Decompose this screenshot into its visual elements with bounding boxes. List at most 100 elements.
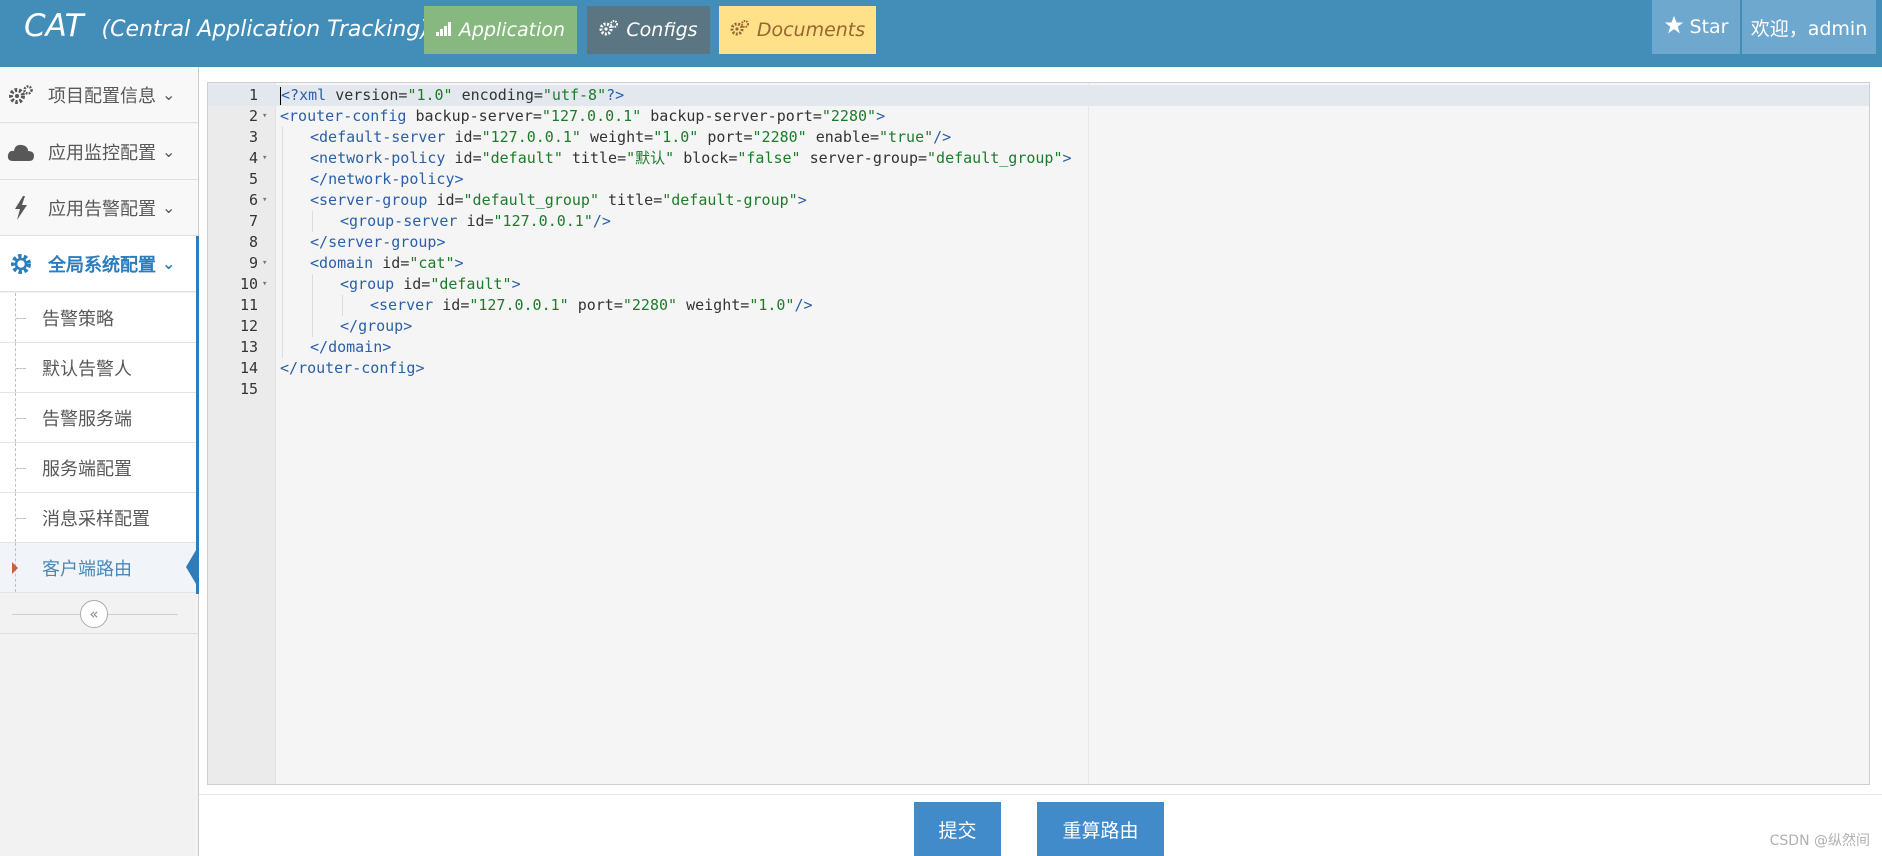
fold-toggle-icon[interactable]: ▾: [262, 253, 267, 274]
indent-guide: [282, 211, 283, 232]
active-marker-icon: [12, 562, 18, 574]
fold-toggle-icon[interactable]: ▾: [262, 274, 267, 295]
tab-configs-label: Configs: [626, 19, 698, 41]
line-number: 15: [239, 380, 258, 398]
sidebar-subitem-alert-policy[interactable]: 告警策略: [0, 293, 198, 343]
indent-guide: [342, 295, 343, 316]
sidebar: 项目配置信息 ⌄ 应用监控配置 ⌄ 应用告警配置 ⌄ 全局系统配置 ⌄ 告警策略…: [0, 67, 199, 856]
cogs-icon: [599, 19, 619, 41]
sidebar-item-global-config[interactable]: 全局系统配置 ⌄: [0, 236, 198, 292]
code-line[interactable]: 15: [208, 379, 1869, 400]
sidebar-item-label: 全局系统配置: [48, 254, 156, 276]
sidebar-subitem-server-config[interactable]: 服务端配置: [0, 443, 198, 493]
fold-toggle-icon[interactable]: ▾: [262, 190, 267, 211]
bolt-icon: [0, 195, 42, 220]
line-number: 13: [239, 338, 258, 356]
code-text: <network-policy id="default" title="默认" …: [310, 149, 1072, 167]
fold-toggle-icon[interactable]: ▾: [262, 148, 267, 169]
gear-icon: [0, 252, 42, 276]
star-label: Star: [1689, 16, 1729, 38]
indent-guide: [312, 316, 313, 337]
chevron-down-icon: ⌄: [162, 198, 176, 217]
code-line[interactable]: 4 ▾ <network-policy id="default" title="默认…: [208, 148, 1869, 169]
code-text: <server-group id="default_group" title="…: [310, 191, 807, 209]
xml-code-editor[interactable]: 1 <?xml version="1.0" encoding="utf-8"?> 2…: [207, 82, 1870, 785]
watermark: CSDN @纵然间: [1769, 833, 1870, 849]
submit-button[interactable]: 提交: [914, 802, 1001, 856]
indent-guide: [312, 295, 313, 316]
indent-guide: [282, 190, 283, 211]
code-text: <domain id="cat">: [310, 254, 464, 272]
recalculate-route-button[interactable]: 重算路由: [1037, 802, 1164, 856]
active-section-bar: [196, 236, 199, 594]
submenu-label: 告警服务端: [42, 408, 132, 430]
tab-configs[interactable]: Configs: [587, 6, 710, 54]
star-button[interactable]: Star: [1652, 0, 1740, 54]
double-angle-left-icon[interactable]: «: [80, 600, 108, 628]
code-line[interactable]: 12 </group>: [208, 316, 1869, 337]
tab-documents-label: Documents: [756, 19, 866, 41]
line-number: 10: [239, 275, 258, 293]
brand-subtitle: (Central Application Tracking): [101, 17, 429, 42]
sidebar-subitem-alert-server[interactable]: 告警服务端: [0, 393, 198, 443]
indent-guide: [282, 169, 283, 190]
sidebar-subitem-client-router[interactable]: 客户端路由: [0, 543, 199, 593]
brand-title: CAT: [24, 8, 84, 44]
code-text: <group-server id="127.0.0.1"/>: [340, 212, 611, 230]
code-line[interactable]: 14 </router-config>: [208, 358, 1869, 379]
cloud-icon: [0, 142, 42, 162]
code-line[interactable]: 7 <group-server id="127.0.0.1"/>: [208, 211, 1869, 232]
sidebar-item-label: 应用告警配置: [48, 198, 156, 220]
code-text: <router-config backup-server="127.0.0.1"…: [280, 107, 886, 125]
code-line[interactable]: 3 <default-server id="127.0.0.1" weight="…: [208, 127, 1869, 148]
code-line[interactable]: 5 </network-policy>: [208, 169, 1869, 190]
indent-guide: [282, 337, 283, 358]
code-text: <default-server id="127.0.0.1" weight="1…: [310, 128, 952, 146]
user-menu[interactable]: 欢迎，admin: [1742, 0, 1876, 54]
code-text: <group id="default">: [340, 275, 521, 293]
code-lines[interactable]: 1 <?xml version="1.0" encoding="utf-8"?> 2…: [208, 85, 1869, 400]
code-line[interactable]: 13 </domain>: [208, 337, 1869, 358]
signal-icon: [435, 19, 452, 41]
code-line[interactable]: 1 <?xml version="1.0" encoding="utf-8"?>: [208, 85, 1869, 106]
chevron-down-icon: ⌄: [162, 85, 176, 104]
tab-application[interactable]: Application: [424, 6, 577, 54]
line-number: 11: [239, 296, 258, 314]
sidebar-item-project-config[interactable]: 项目配置信息 ⌄: [0, 67, 198, 123]
line-number: 12: [239, 317, 258, 335]
code-line[interactable]: 8 </server-group>: [208, 232, 1869, 253]
line-number: 5: [248, 170, 258, 188]
top-navbar: CAT (Central Application Tracking) Applic…: [0, 0, 1882, 67]
star-icon: [1664, 15, 1684, 40]
brand[interactable]: CAT (Central Application Tracking): [24, 8, 429, 44]
chevron-down-icon: ⌄: [162, 142, 176, 161]
sidebar-subitem-default-receiver[interactable]: 默认告警人: [0, 343, 198, 393]
indent-guide: [282, 253, 283, 274]
fold-toggle-icon[interactable]: ▾: [262, 106, 267, 127]
indent-guide: [282, 295, 283, 316]
line-number: 3: [248, 128, 258, 146]
line-number: 4: [248, 149, 258, 167]
code-text: </domain>: [310, 338, 392, 356]
cogs-icon: [730, 19, 750, 41]
line-number: 2: [248, 107, 258, 125]
sidebar-item-app-monitor[interactable]: 应用监控配置 ⌄: [0, 124, 198, 180]
indent-guide: [282, 316, 283, 337]
code-line[interactable]: 2 ▾ <router-config backup-server="127.0.0.…: [208, 106, 1869, 127]
sidebar-subitem-sampling-config[interactable]: 消息采样配置: [0, 493, 198, 543]
code-line[interactable]: 10 ▾ <group id="default">: [208, 274, 1869, 295]
tab-application-label: Application: [458, 19, 566, 41]
code-line[interactable]: 9 ▾ <domain id="cat">: [208, 253, 1869, 274]
cogs-icon: [0, 84, 42, 106]
line-number: 8: [248, 233, 258, 251]
submenu-label: 消息采样配置: [42, 508, 150, 530]
sidebar-collapse-row: «: [0, 594, 198, 634]
indent-guide: [282, 274, 283, 295]
code-line[interactable]: 11 <server id="127.0.0.1" port="2280" wei…: [208, 295, 1869, 316]
footer-divider: [199, 794, 1882, 795]
code-line[interactable]: 6 ▾ <server-group id="default_group" title…: [208, 190, 1869, 211]
sidebar-item-app-alert[interactable]: 应用告警配置 ⌄: [0, 180, 198, 236]
indent-guide: [312, 274, 313, 295]
submenu-label: 服务端配置: [42, 458, 132, 480]
tab-documents[interactable]: Documents: [719, 6, 876, 54]
